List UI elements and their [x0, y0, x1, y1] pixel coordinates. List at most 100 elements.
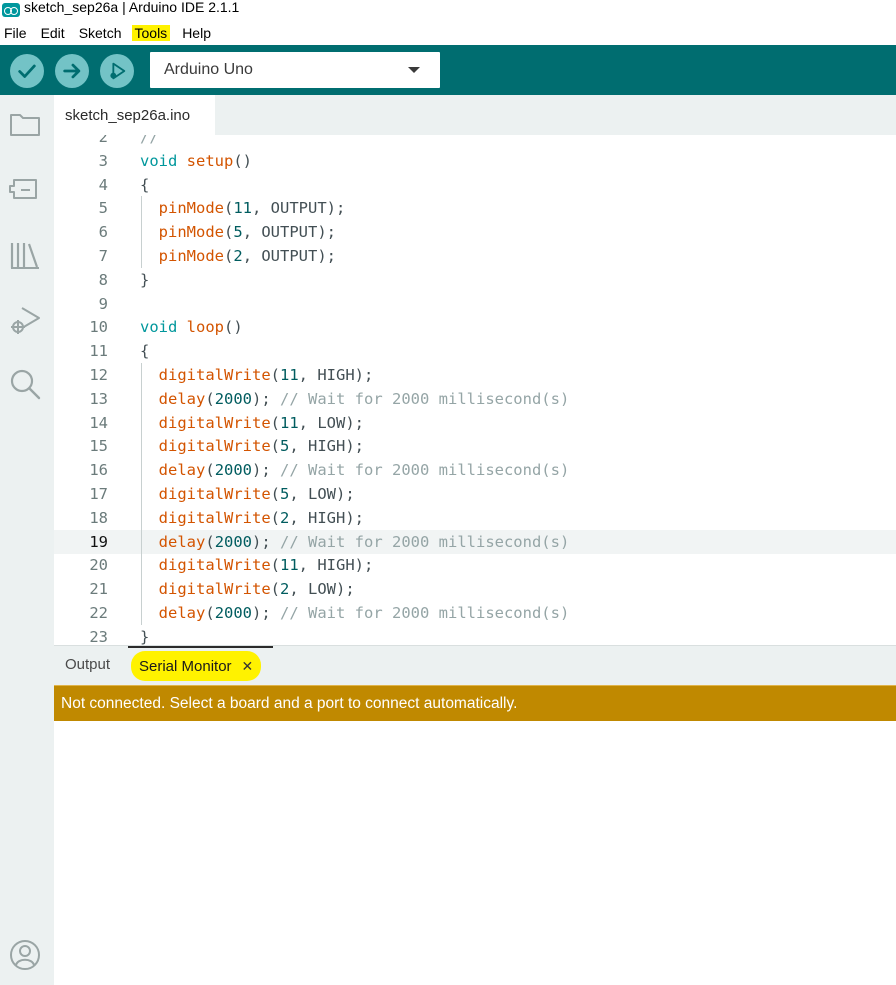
- code-line[interactable]: 18 digitalWrite(2, HIGH);: [54, 506, 896, 530]
- code-line[interactable]: 3 void setup(): [54, 149, 896, 173]
- code-line[interactable]: 2 //: [54, 135, 896, 149]
- search-button[interactable]: [8, 367, 42, 401]
- line-number: 8: [98, 270, 108, 289]
- code-text: digitalWrite(11, LOW);: [158, 413, 364, 432]
- code-line[interactable]: 15 digitalWrite(5, HIGH);: [54, 434, 896, 458]
- upload-button[interactable]: [55, 54, 89, 88]
- folder-icon: [10, 114, 40, 136]
- code-text: digitalWrite(5, LOW);: [158, 485, 355, 503]
- line-number: 22: [89, 604, 108, 622]
- code-text: pinMode(11, OUTPUT);: [158, 199, 346, 218]
- close-icon[interactable]: ✕: [242, 658, 254, 675]
- code-text: pinMode(2, OUTPUT);: [158, 247, 337, 265]
- library-icon: [10, 243, 39, 269]
- menu-bar: File Edit Sketch Tools Help: [0, 20, 896, 45]
- code-text: delay(2000); // Wait for 2000 millisecon…: [158, 532, 570, 551]
- code-line[interactable]: 13 delay(2000); // Wait for 2000 millise…: [54, 387, 896, 411]
- code-text: void setup(): [140, 151, 253, 170]
- verify-button[interactable]: [10, 54, 44, 88]
- code-line[interactable]: 20 digitalWrite(11, HIGH);: [54, 553, 896, 577]
- code-line[interactable]: 7 pinMode(2, OUTPUT);: [54, 244, 896, 268]
- indent-guide: [141, 196, 142, 268]
- code-line[interactable]: 8}: [54, 268, 896, 292]
- code-text: delay(2000); // Wait for 2000 millisecon…: [158, 461, 570, 480]
- code-line[interactable]: 16 delay(2000); // Wait for 2000 millise…: [54, 458, 896, 482]
- line-number: 20: [89, 556, 108, 575]
- code-text: //: [140, 135, 159, 146]
- menu-sketch[interactable]: Sketch: [79, 23, 122, 43]
- line-number: 14: [89, 413, 108, 432]
- menu-help[interactable]: Help: [182, 23, 211, 43]
- chevron-down-icon: [408, 67, 420, 73]
- account-icon: [10, 940, 40, 970]
- code-text: {: [140, 175, 150, 194]
- code-text: digitalWrite(11, HIGH);: [158, 366, 374, 384]
- code-text: digitalWrite(2, LOW);: [158, 580, 355, 599]
- line-number: 21: [89, 580, 108, 599]
- title-bar: sketch_sep26a | Arduino IDE 2.1.1: [0, 0, 896, 20]
- menu-tools[interactable]: Tools: [131, 24, 171, 41]
- board-selector[interactable]: Arduino Uno: [150, 52, 440, 88]
- code-line[interactable]: 11 {: [54, 339, 896, 363]
- code-line[interactable]: 22 delay(2000); // Wait for 2000 millise…: [54, 601, 896, 625]
- code-editor[interactable]: 2//3 void setup() 4{5 pinMode(11, OUTPUT);…: [54, 135, 896, 645]
- active-tab-indicator: [128, 646, 273, 648]
- code-line[interactable]: 5 pinMode(11, OUTPUT);: [54, 196, 896, 220]
- line-number: 9: [98, 294, 108, 313]
- debug-button[interactable]: [100, 54, 134, 88]
- code-text: digitalWrite(2, HIGH);: [158, 508, 364, 527]
- code-line[interactable]: 19 delay(2000); // Wait for 2000 millise…: [54, 529, 896, 554]
- code-text: void loop(): [140, 318, 243, 337]
- code-text: }: [140, 627, 150, 645]
- account-button[interactable]: [8, 938, 42, 972]
- code-line[interactable]: 23}: [54, 625, 896, 645]
- tab-output[interactable]: Output: [65, 656, 110, 673]
- tab-sketch-file[interactable]: sketch_sep26a.ino: [54, 95, 215, 135]
- indent-guide: [141, 363, 142, 625]
- editor-tab-bar: sketch_sep26a.ino: [54, 95, 896, 135]
- serial-monitor-label: Serial Monitor: [139, 657, 232, 675]
- bottom-panel-tabs: Output Serial Monitor ✕: [54, 645, 896, 685]
- sketchbook-button[interactable]: [8, 107, 42, 141]
- line-number: 2: [98, 135, 108, 146]
- code-line[interactable]: 10 void loop(): [54, 315, 896, 339]
- debugger-button[interactable]: [8, 303, 42, 337]
- line-number: 3: [98, 151, 108, 170]
- code-text: digitalWrite(11, HIGH);: [158, 556, 374, 575]
- toolbar: Arduino Uno: [0, 45, 896, 95]
- line-number: 5: [98, 199, 108, 218]
- sidebar: [0, 95, 54, 985]
- line-number: 23: [89, 627, 108, 645]
- arduino-logo-icon: [2, 3, 20, 17]
- line-number: 10: [89, 318, 108, 337]
- code-text: digitalWrite(5, HIGH);: [158, 437, 364, 456]
- line-number: 7: [98, 247, 108, 265]
- code-line[interactable]: 6 pinMode(5, OUTPUT);: [54, 220, 896, 244]
- code-line[interactable]: 21 digitalWrite(2, LOW);: [54, 577, 896, 601]
- line-number: 15: [89, 437, 108, 456]
- checkmark-icon: [18, 64, 36, 78]
- menu-file[interactable]: File: [4, 23, 27, 43]
- code-line[interactable]: 4{: [54, 173, 896, 197]
- board-selector-value: Arduino Uno: [164, 61, 253, 78]
- line-number: 16: [89, 461, 108, 480]
- code-text: {: [140, 342, 150, 361]
- window-title: sketch_sep26a | Arduino IDE 2.1.1: [24, 0, 240, 15]
- code-text: }: [140, 270, 150, 289]
- code-line[interactable]: 17 digitalWrite(5, LOW);: [54, 482, 896, 506]
- library-manager-button[interactable]: [8, 238, 42, 272]
- menu-edit[interactable]: Edit: [41, 23, 65, 43]
- debug-play-icon: [110, 62, 126, 80]
- line-number: 18: [89, 508, 108, 527]
- line-number: 13: [89, 389, 108, 408]
- line-number: 6: [98, 223, 108, 242]
- code-line[interactable]: 14 digitalWrite(11, LOW);: [54, 411, 896, 435]
- line-number: 19: [89, 532, 108, 551]
- tab-serial-monitor[interactable]: Serial Monitor ✕: [131, 651, 262, 681]
- boards-manager-button[interactable]: [8, 172, 42, 206]
- search-icon: [10, 369, 41, 400]
- code-text: delay(2000); // Wait for 2000 millisecon…: [158, 604, 570, 622]
- code-line[interactable]: 9: [54, 292, 896, 316]
- line-number: 12: [89, 366, 108, 384]
- code-line[interactable]: 12 digitalWrite(11, HIGH);: [54, 363, 896, 387]
